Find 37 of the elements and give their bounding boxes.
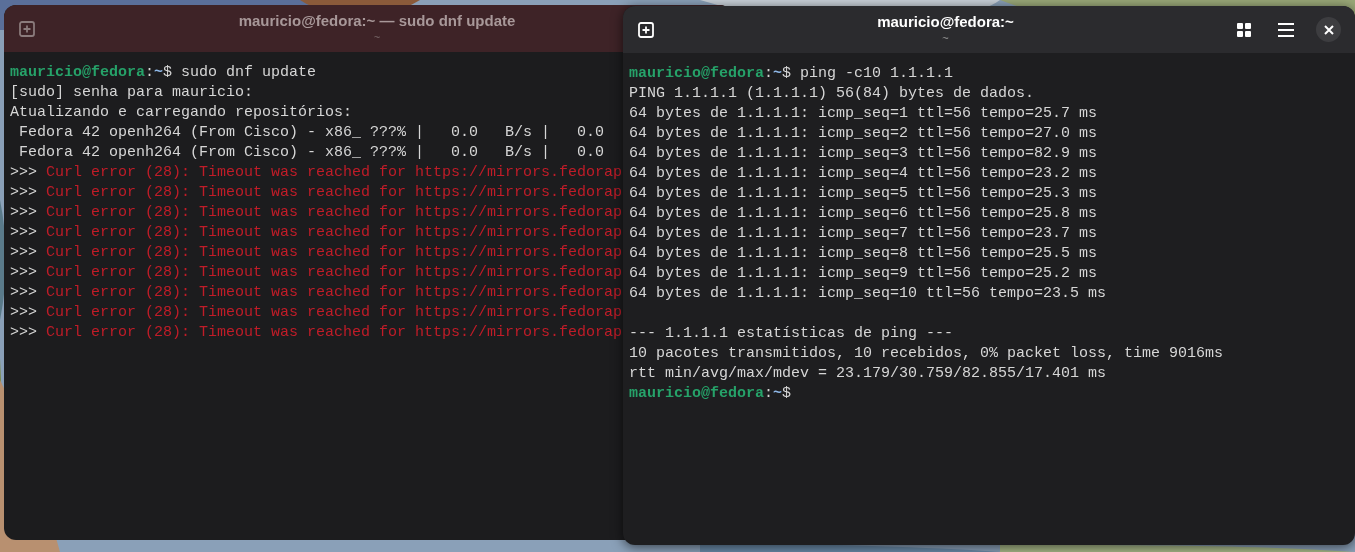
terminal-line: Fedora 42 openh264 (From Cisco) - x86_ ???% | 0.0 B/s | 0.0 <box>18 143 605 163</box>
terminal-line: >>> Curl error (28): Timeout was reached for https://mirrors.fedorap <box>10 183 623 203</box>
window-subtitle: ~ <box>373 31 381 45</box>
terminal-line: >>> Curl error (28): Timeout was reached for https://mirrors.fedorap <box>10 223 623 243</box>
terminal-line: 64 bytes de 1.1.1.1: icmp_seq=3 ttl=56 tempo=82.9 ms <box>629 144 1098 164</box>
terminal-line: 64 bytes de 1.1.1.1: icmp_seq=4 ttl=56 tempo=23.2 ms <box>629 164 1098 184</box>
terminal-line: >>> Curl error (28): Timeout was reached for https://mirrors.fedorap <box>10 263 623 283</box>
terminal-line: >>> Curl error (28): Timeout was reached for https://mirrors.fedorap <box>10 283 623 303</box>
terminal-line: PING 1.1.1.1 (1.1.1.1) 56(84) bytes de dados. <box>629 84 1035 104</box>
terminal-line: 64 bytes de 1.1.1.1: icmp_seq=8 ttl=56 tempo=25.5 ms <box>629 244 1098 264</box>
window-subtitle: ~ <box>942 32 949 46</box>
terminal-line: mauricio@fedora:~$ <box>629 384 792 404</box>
terminal-line: >>> Curl error (28): Timeout was reached for https://mirrors.fedorap <box>10 323 623 343</box>
close-icon <box>1323 24 1334 35</box>
window-title: mauricio@fedora:~ <box>877 13 1014 32</box>
terminal-line: --- 1.1.1.1 estatísticas de ping --- <box>629 324 954 344</box>
close-button[interactable] <box>1316 17 1341 42</box>
terminal-line: 64 bytes de 1.1.1.1: icmp_seq=2 ttl=56 tempo=27.0 ms <box>629 124 1098 144</box>
terminal-line: >>> Curl error (28): Timeout was reached for https://mirrors.fedorap <box>10 163 623 183</box>
terminal-line: mauricio@fedora:~$ ping -c10 1.1.1.1 <box>629 64 954 84</box>
terminal-line: 64 bytes de 1.1.1.1: icmp_seq=7 ttl=56 tempo=23.7 ms <box>629 224 1098 244</box>
terminal-line: mauricio@fedora:~$ sudo dnf update <box>10 63 317 83</box>
terminal-line: 10 pacotes transmitidos, 10 recebidos, 0% packet loss, time 9016ms <box>629 344 1224 364</box>
window-title: mauricio@fedora:~ — sudo dnf update <box>238 12 516 31</box>
terminal-line: 64 bytes de 1.1.1.1: icmp_seq=6 ttl=56 tempo=25.8 ms <box>629 204 1098 224</box>
terminal-line: >>> Curl error (28): Timeout was reached for https://mirrors.fedorap <box>10 243 623 263</box>
terminal-line: 64 bytes de 1.1.1.1: icmp_seq=5 ttl=56 tempo=25.3 ms <box>629 184 1098 204</box>
terminal-line: 64 bytes de 1.1.1.1: icmp_seq=10 ttl=56 tempo=23.5 ms <box>629 284 1107 304</box>
grid-icon[interactable] <box>1236 21 1252 38</box>
terminal-line: >>> Curl error (28): Timeout was reached for https://mirrors.fedorap <box>10 203 623 223</box>
terminal-line: 64 bytes de 1.1.1.1: icmp_seq=1 ttl=56 tempo=25.7 ms <box>629 104 1098 124</box>
terminal-line: 64 bytes de 1.1.1.1: icmp_seq=9 ttl=56 tempo=25.2 ms <box>629 264 1098 284</box>
terminal-line: >>> Curl error (28): Timeout was reached for https://mirrors.fedorap <box>10 303 623 323</box>
terminal-line: [sudo] senha para mauricio: <box>10 83 254 103</box>
terminal-line: rtt min/avg/max/mdev = 23.179/30.759/82.855/17.401 ms <box>629 364 1107 384</box>
terminal-line: Atualizando e carregando repositórios: <box>10 103 353 123</box>
terminal-line: Fedora 42 openh264 (From Cisco) - x86_ ???% | 0.0 B/s | 0.0 <box>18 123 605 143</box>
